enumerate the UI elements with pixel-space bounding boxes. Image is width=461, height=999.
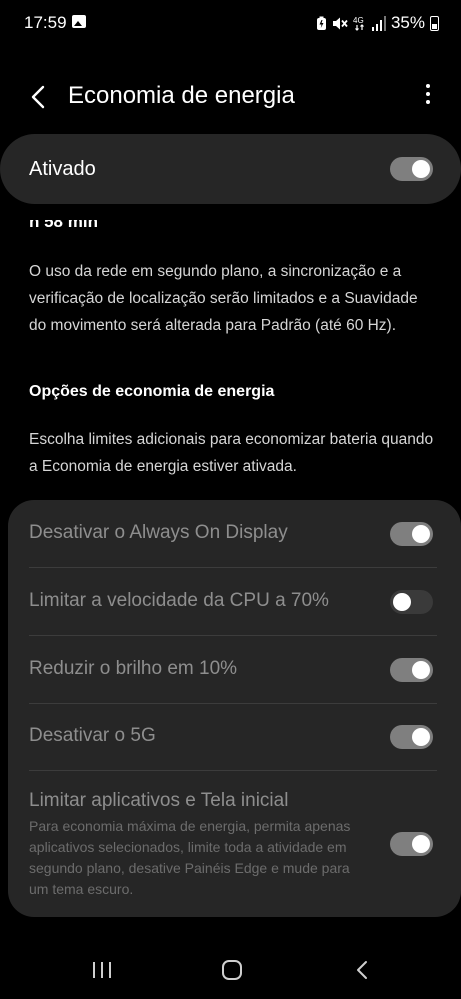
cpu-limit-toggle[interactable] [390, 590, 433, 614]
option-sublabel: Para economia máxima de energia, permita… [29, 818, 351, 897]
home-icon[interactable] [222, 960, 242, 980]
remaining-time: h 58 min [29, 220, 98, 231]
options-section-description: Escolha limites adicionais para economiz… [29, 431, 434, 475]
network-type-icon: 4G [353, 16, 364, 31]
options-section-title: Opções de economia de energia [29, 383, 275, 400]
mute-icon [332, 17, 348, 29]
master-switch-toggle[interactable] [390, 157, 433, 181]
reduce-brightness-toggle[interactable] [390, 658, 433, 682]
battery-icon [430, 15, 439, 31]
option-cpu-limit[interactable]: Limitar a velocidade da CPU a 70% [8, 568, 461, 635]
back-icon[interactable] [354, 960, 370, 980]
status-bar: 17:59 4G 35% [0, 0, 461, 46]
option-label: Reduzir o brilho em 10% [29, 658, 238, 679]
always-on-display-toggle[interactable] [390, 522, 433, 546]
master-switch-label: Ativado [29, 158, 96, 180]
recent-apps-icon[interactable] [93, 962, 113, 978]
gallery-icon [72, 15, 86, 28]
app-bar: Economia de energia [0, 74, 461, 120]
signal-icon [371, 15, 386, 31]
back-button[interactable] [24, 82, 54, 112]
status-icons: 4G 35% [316, 12, 439, 34]
option-label: Desativar o Always On Display [29, 522, 288, 543]
limit-apps-toggle[interactable] [390, 832, 433, 856]
master-switch-card[interactable]: Ativado [0, 134, 461, 204]
option-label: Desativar o 5G [29, 725, 156, 746]
disable-5g-toggle[interactable] [390, 725, 433, 749]
options-card: Desativar o Always On Display Limitar a … [8, 500, 461, 917]
saver-description: O uso da rede em segundo plano, a sincro… [29, 263, 418, 334]
battery-percent: 35% [390, 13, 425, 32]
navigation-bar [0, 940, 461, 999]
status-time: 17:59 [24, 13, 67, 32]
more-vertical-icon [426, 84, 430, 88]
option-disable-5g[interactable]: Desativar o 5G [8, 704, 461, 770]
battery-saver-icon [316, 16, 326, 30]
page-title: Economia de energia [68, 82, 295, 109]
more-options-button[interactable] [423, 84, 433, 110]
option-label: Limitar a velocidade da CPU a 70% [29, 590, 329, 611]
option-limit-apps[interactable]: Limitar aplicativos e Tela inicial Para … [8, 771, 461, 917]
network-type-label: 4G [353, 16, 364, 25]
option-reduce-brightness[interactable]: Reduzir o brilho em 10% [8, 636, 461, 703]
option-always-on-display[interactable]: Desativar o Always On Display [8, 500, 461, 567]
option-label: Limitar aplicativos e Tela inicial [29, 790, 289, 811]
